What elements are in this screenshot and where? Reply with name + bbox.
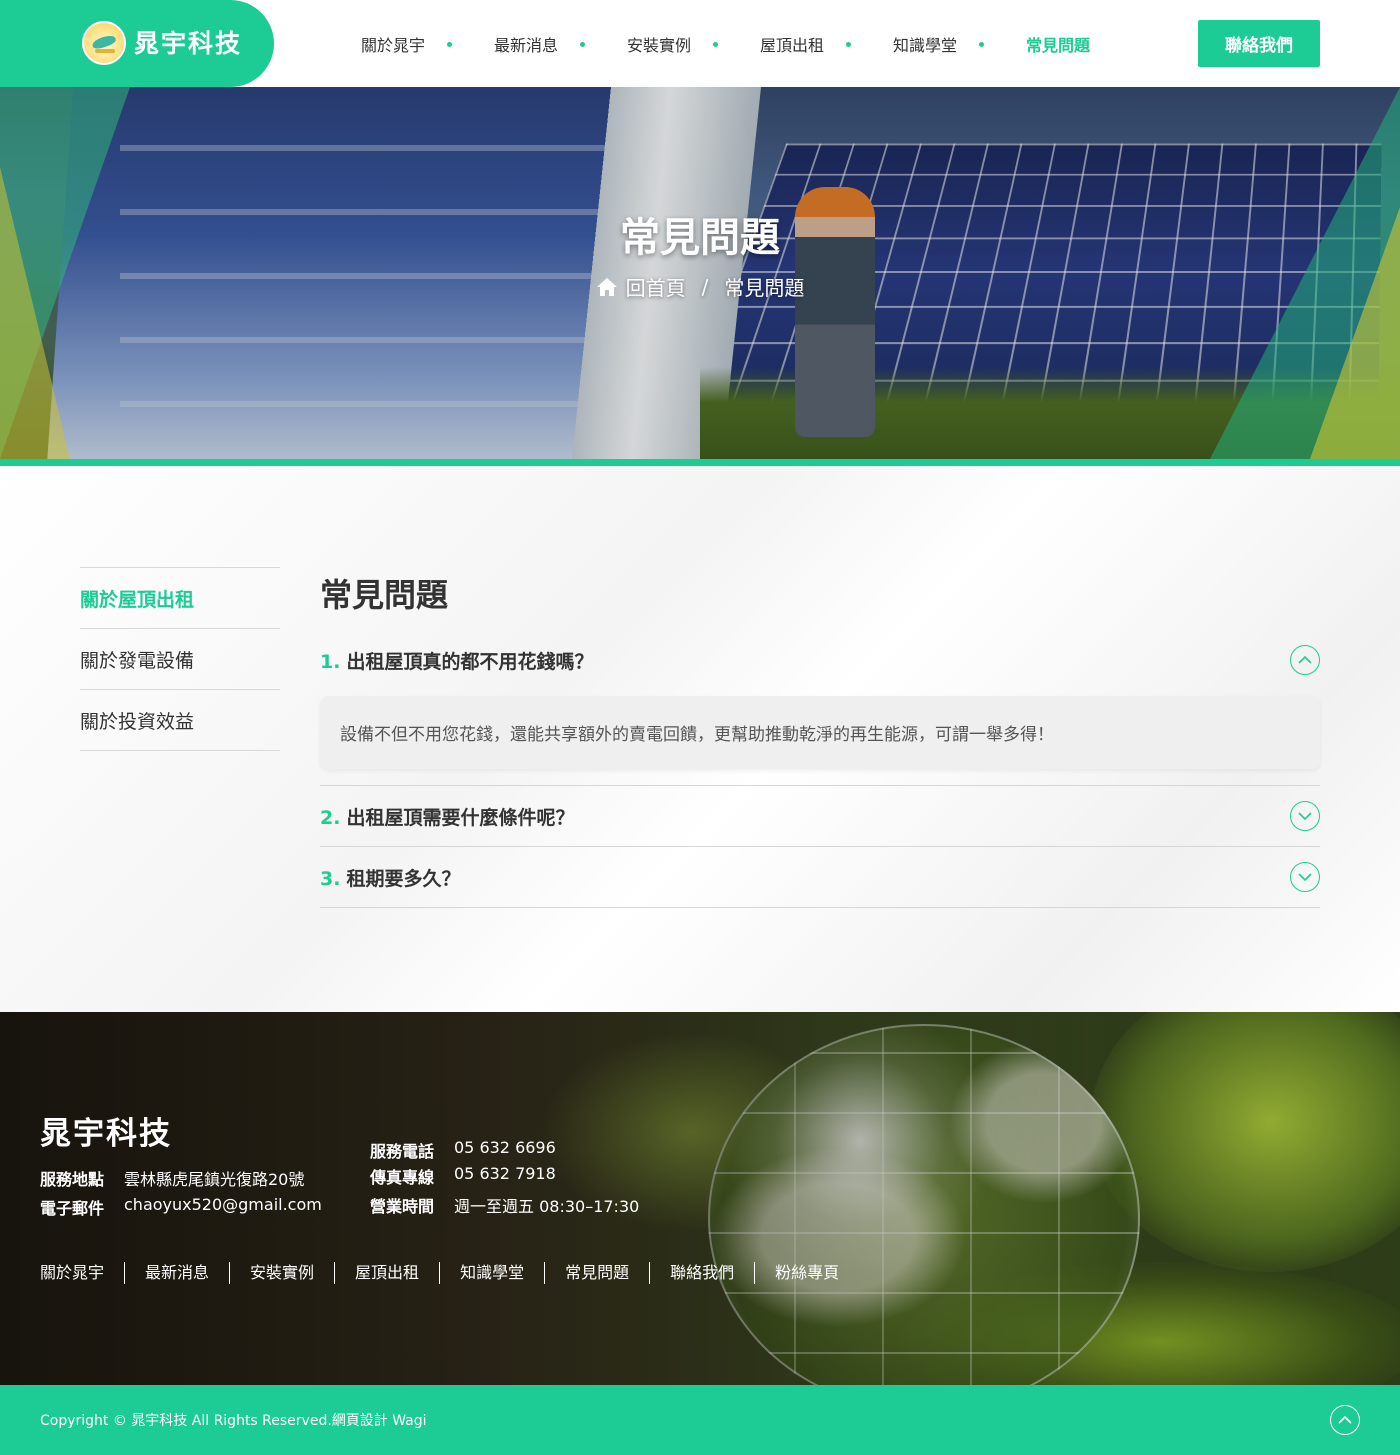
nav-label: 關於晁宇 bbox=[361, 36, 425, 55]
faq-question: 1. 出租屋頂真的都不用花錢嗎？ bbox=[320, 647, 593, 674]
footer-links: 關於晁宇 最新消息 安裝實例 屋頂出租 知識學堂 常見問題 聯絡我們 粉絲專頁 bbox=[40, 1262, 859, 1284]
page-banner: 常見問題 回首頁 / 常見問題 bbox=[0, 87, 1400, 459]
chevron-down-icon[interactable] bbox=[1290, 801, 1320, 831]
banner-title: 常見問題 bbox=[0, 205, 1400, 263]
site-footer: 晁宇科技 服務地點 雲林縣虎尾鎮光復路20號 電子郵件 chaoyux520@g… bbox=[0, 1012, 1400, 1385]
footer-link-knowledge[interactable]: 知識學堂 bbox=[439, 1262, 544, 1284]
breadcrumb-home-link[interactable]: 回首頁 bbox=[626, 272, 686, 301]
nav-label: 屋頂出租 bbox=[760, 36, 824, 55]
faq-question-text: 出租屋頂真的都不用花錢嗎？ bbox=[346, 651, 593, 673]
footer-address: 服務地點 雲林縣虎尾鎮光復路20號 bbox=[40, 1166, 304, 1190]
footer-fax-label: 傳真專線 bbox=[370, 1164, 454, 1188]
footer-hours-label: 營業時間 bbox=[370, 1193, 454, 1217]
chevron-up-icon bbox=[1338, 1415, 1352, 1425]
chevron-down-icon[interactable] bbox=[1290, 862, 1320, 892]
copyright-bar: Copyright © 晁宇科技 All Rights Reserved.網頁設… bbox=[0, 1385, 1400, 1455]
footer-email: 電子郵件 chaoyux520@gmail.com bbox=[40, 1195, 322, 1219]
faq-item: 3. 租期要多久？ bbox=[320, 847, 1320, 908]
footer-link-contact[interactable]: 聯絡我們 bbox=[649, 1262, 754, 1284]
faq-item: 1. 出租屋頂真的都不用花錢嗎？ 設備不但不用您花錢，還能共享額外的賣電回饋，更幫… bbox=[320, 630, 1320, 786]
footer-email-value[interactable]: chaoyux520@gmail.com bbox=[124, 1195, 322, 1219]
nav-dot bbox=[580, 42, 585, 47]
nav-item-knowledge[interactable]: 知識學堂 bbox=[872, 32, 1005, 56]
faq-section: 常見問題 1. 出租屋頂真的都不用花錢嗎？ 設備不但不用您花錢，還能共享額外的賣電… bbox=[320, 570, 1320, 908]
nav-dot bbox=[713, 42, 718, 47]
sidebar-menu: 關於屋頂出租 關於發電設備 關於投資效益 bbox=[80, 567, 280, 751]
faq-question: 3. 租期要多久？ bbox=[320, 864, 460, 891]
nav-dot bbox=[979, 42, 984, 47]
footer-address-label: 服務地點 bbox=[40, 1166, 124, 1190]
faq-question-text: 出租屋頂需要什麼條件呢？ bbox=[346, 807, 574, 829]
copyright-text: Copyright © 晁宇科技 All Rights Reserved.網頁設… bbox=[40, 1410, 427, 1430]
footer-link-about[interactable]: 關於晁宇 bbox=[40, 1262, 124, 1284]
footer-phone-value[interactable]: 05 632 6696 bbox=[454, 1138, 556, 1162]
logo-text: 晁宇科技 bbox=[134, 24, 242, 60]
footer-fax: 傳真專線 05 632 7918 bbox=[370, 1164, 556, 1188]
home-icon bbox=[596, 277, 618, 297]
main-nav: 關於晁宇 最新消息 安裝實例 屋頂出租 知識學堂 常見問題 bbox=[340, 0, 1138, 87]
faq-question-text: 租期要多久？ bbox=[346, 868, 460, 890]
faq-question-toggle[interactable]: 1. 出租屋頂真的都不用花錢嗎？ bbox=[320, 630, 1320, 690]
main-content: 關於屋頂出租 關於發電設備 關於投資效益 常見問題 1. 出租屋頂真的都不用花錢嗎… bbox=[0, 466, 1400, 1012]
faq-question-toggle[interactable]: 3. 租期要多久？ bbox=[320, 847, 1320, 907]
footer-fax-value: 05 632 7918 bbox=[454, 1164, 556, 1188]
faq-number: 1. bbox=[320, 651, 340, 673]
nav-label: 常見問題 bbox=[1026, 36, 1090, 55]
nav-dot bbox=[846, 42, 851, 47]
footer-hours: 營業時間 週一至週五 08:30–17:30 bbox=[370, 1193, 639, 1217]
faq-question-toggle[interactable]: 2. 出租屋頂需要什麼條件呢？ bbox=[320, 786, 1320, 846]
nav-label: 安裝實例 bbox=[627, 36, 691, 55]
footer-link-faq[interactable]: 常見問題 bbox=[544, 1262, 649, 1284]
faq-item: 2. 出租屋頂需要什麼條件呢？ bbox=[320, 786, 1320, 847]
faq-title: 常見問題 bbox=[320, 570, 1320, 630]
banner-accent-bar bbox=[0, 459, 1400, 466]
footer-brand: 晁宇科技 bbox=[40, 1108, 172, 1153]
breadcrumb: 回首頁 / 常見問題 bbox=[0, 272, 1400, 301]
nav-item-roof-rental[interactable]: 屋頂出租 bbox=[739, 32, 872, 56]
footer-link-roof-rental[interactable]: 屋頂出租 bbox=[334, 1262, 439, 1284]
logo-link[interactable]: 晁宇科技 bbox=[0, 0, 274, 87]
sidebar-item-investment[interactable]: 關於投資效益 bbox=[80, 690, 280, 751]
faq-number: 3. bbox=[320, 868, 340, 890]
faq-question: 2. 出租屋頂需要什麼條件呢？ bbox=[320, 803, 574, 830]
footer-phone: 服務電話 05 632 6696 bbox=[370, 1138, 556, 1162]
footer-link-cases[interactable]: 安裝實例 bbox=[229, 1262, 334, 1284]
faq-number: 2. bbox=[320, 807, 340, 829]
faq-answer: 設備不但不用您花錢，還能共享額外的賣電回饋，更幫助推動乾淨的再生能源，可謂一舉多… bbox=[320, 696, 1320, 769]
nav-dot bbox=[447, 42, 452, 47]
footer-phone-label: 服務電話 bbox=[370, 1138, 454, 1162]
footer-hours-value: 週一至週五 08:30–17:30 bbox=[454, 1193, 639, 1217]
chevron-up-icon[interactable] bbox=[1290, 645, 1320, 675]
back-to-top-button[interactable] bbox=[1330, 1405, 1360, 1435]
nav-label: 最新消息 bbox=[494, 36, 558, 55]
footer-email-label: 電子郵件 bbox=[40, 1195, 124, 1219]
footer-link-fanpage[interactable]: 粉絲專頁 bbox=[754, 1262, 859, 1284]
sidebar-item-roof-rental[interactable]: 關於屋頂出租 bbox=[80, 568, 280, 629]
sidebar-item-equipment[interactable]: 關於發電設備 bbox=[80, 629, 280, 690]
breadcrumb-current: 常見問題 bbox=[724, 272, 804, 301]
logo-icon bbox=[82, 21, 126, 65]
nav-item-about[interactable]: 關於晁宇 bbox=[340, 32, 473, 56]
footer-link-news[interactable]: 最新消息 bbox=[124, 1262, 229, 1284]
breadcrumb-separator: / bbox=[702, 275, 709, 299]
nav-item-news[interactable]: 最新消息 bbox=[473, 32, 606, 56]
site-header: 晁宇科技 關於晁宇 最新消息 安裝實例 屋頂出租 知識學堂 常見問題 聯絡我們 bbox=[0, 0, 1400, 87]
contact-button[interactable]: 聯絡我們 bbox=[1198, 20, 1320, 67]
footer-address-value: 雲林縣虎尾鎮光復路20號 bbox=[124, 1166, 304, 1190]
nav-item-cases[interactable]: 安裝實例 bbox=[606, 32, 739, 56]
nav-item-faq[interactable]: 常見問題 bbox=[1005, 32, 1138, 56]
nav-label: 知識學堂 bbox=[893, 36, 957, 55]
